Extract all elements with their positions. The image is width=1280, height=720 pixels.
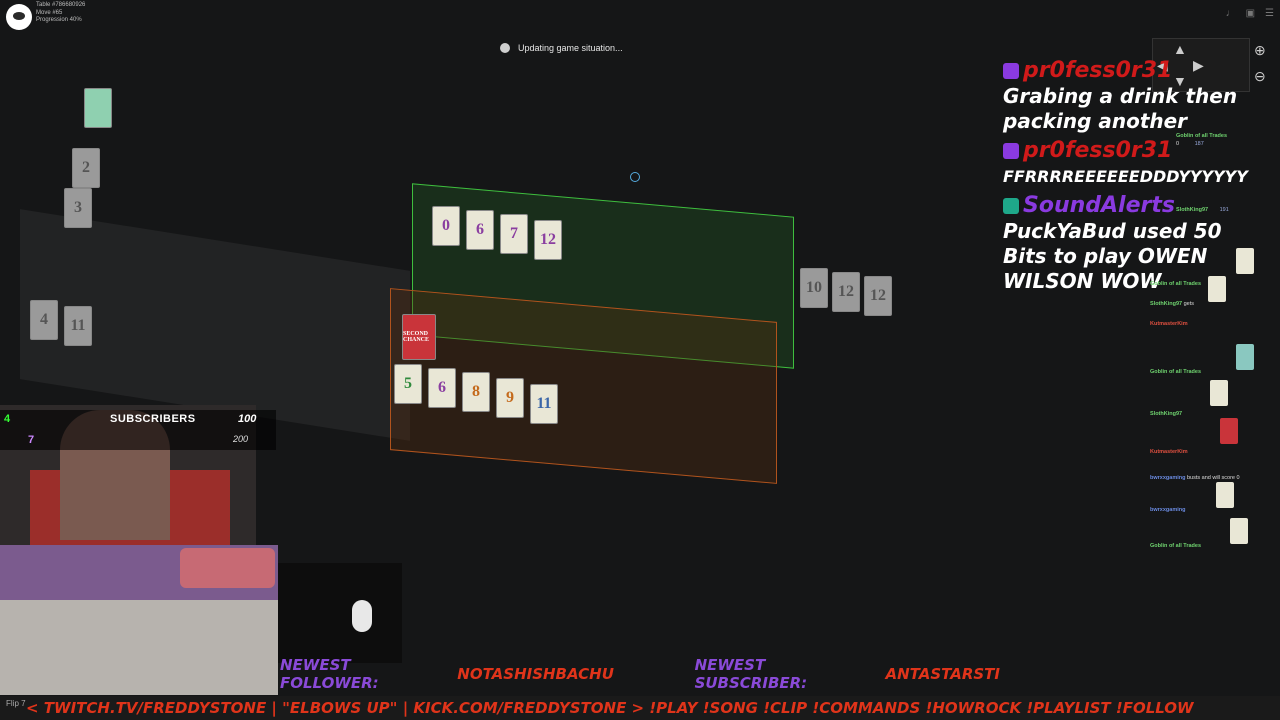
subscriber-goal: 200 [233, 434, 249, 444]
table-id: Table #786680926 [36, 2, 86, 8]
window-controls: ♩ ▣ ☰ [1226, 8, 1274, 19]
card[interactable]: 11 [64, 306, 92, 346]
log-entry: KutmasterKim [1150, 321, 1188, 327]
move-number: Move #65 [36, 9, 63, 16]
sub-left-number: 7 [28, 434, 35, 446]
card[interactable]: 11 [530, 384, 558, 424]
player-summary: Goblin of all Trades 0 187 [1176, 132, 1274, 148]
log-entry: SlothKing97 191 [1176, 207, 1229, 213]
log-entry: KutmasterKim [1150, 418, 1274, 456]
sub-left-number: 4 [4, 413, 11, 425]
ticker-text: < TWITCH.TV/FREDDYSTONE | "ELBOWS UP" | … [26, 699, 1194, 717]
subscriber-label: NEWEST SUBSCRIBER: [694, 656, 808, 692]
sound-icon[interactable]: ♩ [1226, 8, 1236, 19]
log-entry: SlothKing97 gets [1150, 276, 1274, 308]
follower-label: NEWEST FOLLOWER: [280, 656, 379, 692]
log-entry: bwrxxgaming [1150, 482, 1274, 514]
card[interactable]: 6 [428, 368, 456, 408]
card[interactable]: 7 [500, 214, 528, 254]
menu-icon[interactable]: ☰ [1265, 8, 1274, 19]
ticker-bar: < TWITCH.TV/FREDDYSTONE | "ELBOWS UP" | … [0, 696, 1280, 720]
status-text: Updating game situation... [518, 43, 623, 53]
log-card-icon [1208, 276, 1226, 302]
desk-cam [278, 563, 402, 663]
chat-username: pr0fess0r31 [1023, 58, 1173, 83]
subscriber-value: ANTASTARSTI [885, 665, 1001, 683]
card[interactable]: 8 [462, 372, 490, 412]
progression: Progression 40% [36, 17, 82, 23]
couch-pillow [180, 548, 275, 588]
player-score: 0 [1176, 141, 1180, 147]
badge-icon [1003, 63, 1019, 79]
status-bar: Updating game situation... [500, 40, 623, 56]
status-icon [500, 43, 510, 53]
player-points: 187 [1194, 141, 1204, 147]
second-chance-card[interactable]: SECOND CHANCE [402, 314, 436, 360]
log-card-icon [1216, 482, 1234, 508]
log-entry: Goblin of all Trades [1150, 344, 1274, 376]
card[interactable]: 4 [30, 300, 58, 340]
log-card-icon [1210, 380, 1228, 406]
log-entry: SlothKing97 [1150, 380, 1274, 418]
log-card-icon [1220, 418, 1238, 444]
card[interactable]: 2 [72, 148, 100, 188]
zoom-in-icon[interactable]: ⊕ [1254, 42, 1266, 59]
card[interactable]: 12 [534, 220, 562, 260]
log-card-icon [1236, 248, 1254, 274]
card[interactable]: 3 [64, 188, 92, 228]
table-info: Table #786680926 Move #65 Progression 40… [36, 2, 85, 25]
card[interactable]: 10 [800, 268, 828, 308]
player-name: Goblin of all Trades [1176, 133, 1228, 139]
log-card-icon [1236, 344, 1254, 370]
card[interactable]: 12 [864, 276, 892, 316]
card[interactable]: 0 [432, 206, 460, 246]
card[interactable]: 9 [496, 378, 524, 418]
arrow-up-icon[interactable]: ▲ [1173, 41, 1187, 57]
log-entry: bwrxxgaming busts and will score 0 [1150, 475, 1240, 481]
game-log: Goblin of all Trades 0 187 SlothKing97 1… [1150, 96, 1274, 696]
card[interactable]: 6 [466, 210, 494, 250]
card[interactable]: 5 [394, 364, 422, 404]
bga-logo[interactable] [6, 4, 32, 30]
subscriber-goal-title: SUBSCRIBERS [110, 413, 196, 425]
card[interactable]: 12 [832, 272, 860, 312]
card-top-left[interactable] [84, 88, 112, 128]
mouse-cursor [630, 172, 640, 182]
fullscreen-icon[interactable]: ▣ [1246, 8, 1255, 19]
game-name: Flip 7 [6, 699, 26, 708]
log-entry: Goblin of all Trades [1150, 518, 1274, 550]
log-card-icon [1230, 518, 1248, 544]
mouse-object [352, 600, 372, 632]
soundalerts-icon [1003, 198, 1019, 214]
newest-banner: NEWEST FOLLOWER: NOTASHISHBACHU NEWEST S… [280, 656, 1001, 692]
badge-icon [1003, 143, 1019, 159]
subscriber-count: 100 [238, 413, 257, 425]
follower-value: NOTASHISHBACHU [457, 665, 614, 683]
